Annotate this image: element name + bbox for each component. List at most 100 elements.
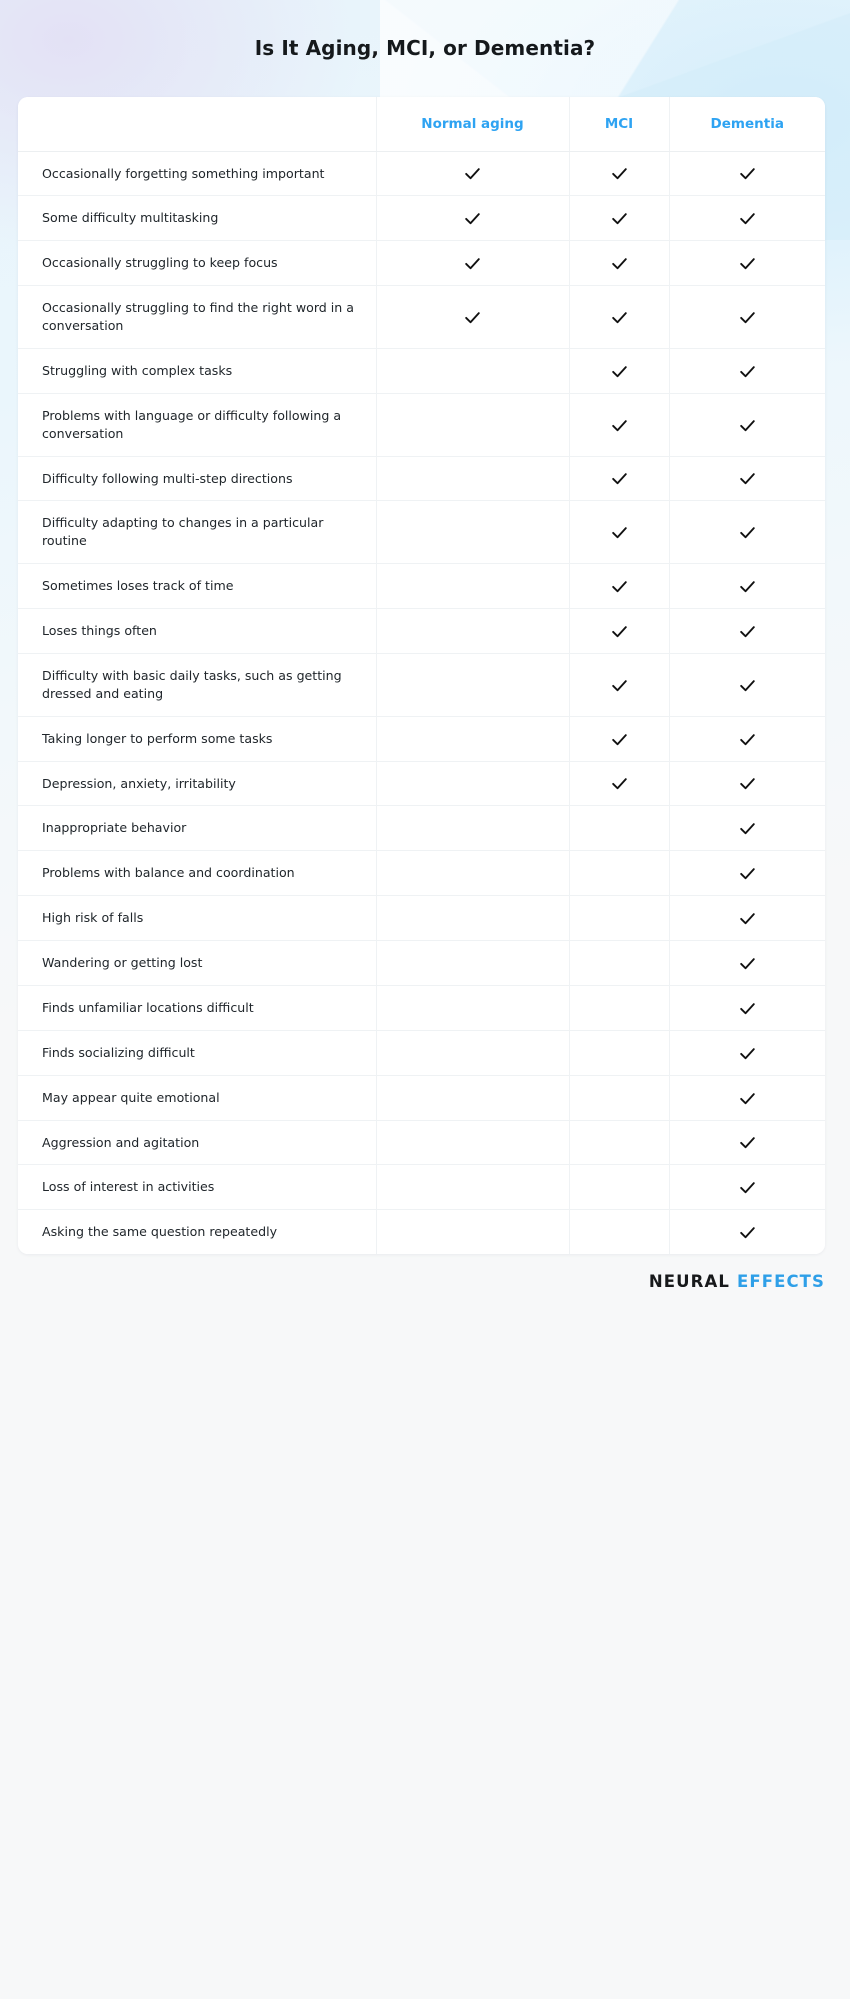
checkmark-icon: [738, 909, 757, 928]
cell-mci: [568, 500, 669, 564]
cell-mci: [568, 850, 669, 896]
column-header-normal-aging: Normal aging: [375, 97, 569, 152]
checkmark-icon: [738, 954, 757, 973]
table-row: Wandering or getting lost: [18, 940, 825, 986]
table-row: Inappropriate behavior: [18, 805, 825, 851]
column-header-dementia: Dementia: [668, 97, 825, 152]
checkmark-icon: [738, 308, 757, 327]
table-row: May appear quite emotional: [18, 1074, 825, 1120]
cell-dementia: [668, 1164, 825, 1210]
cell-mci: [568, 895, 669, 941]
checkmark-icon: [738, 1223, 757, 1242]
cell-dementia: [668, 500, 825, 564]
cell-dementia: [668, 715, 825, 761]
row-symptom-label: Loses things often: [18, 608, 376, 654]
checkmark-icon: [610, 362, 629, 381]
column-header-symptom: [18, 97, 376, 152]
checkmark-icon: [610, 774, 629, 793]
cell-normal: [375, 151, 569, 196]
cell-normal: [375, 715, 569, 761]
cell-mci: [568, 715, 669, 761]
comparison-table: Normal aging MCI Dementia Occasionally f…: [18, 97, 825, 1255]
checkmark-icon: [738, 164, 757, 183]
row-symptom-label: Occasionally struggling to find the righ…: [18, 285, 376, 349]
checkmark-icon: [610, 622, 629, 641]
cell-normal: [375, 652, 569, 717]
row-symptom-label: Difficulty adapting to changes in a part…: [18, 500, 376, 564]
checkmark-icon: [738, 676, 757, 695]
table-row: Sometimes loses track of time: [18, 563, 825, 609]
table-row: Taking longer to perform some tasks: [18, 715, 825, 761]
cell-normal: [375, 850, 569, 896]
cell-normal: [375, 1074, 569, 1120]
row-symptom-label: Finds unfamiliar locations difficult: [18, 984, 376, 1031]
page-title: Is It Aging, MCI, or Dementia?: [254, 36, 596, 60]
cell-mci: [568, 940, 669, 986]
cell-normal: [375, 285, 569, 349]
row-symptom-label: Aggression and agitation: [18, 1119, 376, 1165]
cell-dementia: [668, 940, 825, 986]
cell-dementia: [668, 455, 825, 501]
checkmark-icon: [610, 676, 629, 695]
cell-dementia: [668, 652, 825, 717]
cell-normal: [375, 1164, 569, 1210]
cell-mci: [568, 1164, 669, 1210]
cell-dementia: [668, 195, 825, 241]
checkmark-icon: [738, 1178, 757, 1197]
checkmark-icon: [610, 523, 629, 542]
cell-normal: [375, 455, 569, 501]
comparison-table-card: Normal aging MCI Dementia Occasionally f…: [18, 97, 825, 1255]
cell-dementia: [668, 760, 825, 806]
cell-normal: [375, 392, 569, 456]
row-symptom-label: Problems with language or difficulty fol…: [18, 392, 376, 456]
row-symptom-label: Sometimes loses track of time: [18, 563, 376, 609]
checkmark-icon: [463, 209, 482, 228]
cell-mci: [568, 285, 669, 349]
checkmark-icon: [463, 308, 482, 327]
row-symptom-label: Asking the same question repeatedly: [18, 1209, 376, 1255]
row-symptom-label: High risk of falls: [18, 895, 376, 941]
logo-word-primary: NEURAL: [648, 1272, 730, 1292]
row-symptom-label: Some difficulty multitasking: [18, 195, 376, 241]
checkmark-icon: [738, 864, 757, 883]
cell-mci: [568, 652, 669, 717]
row-symptom-label: Taking longer to perform some tasks: [18, 715, 376, 761]
table-row: Occasionally struggling to keep focus: [18, 240, 825, 286]
cell-dementia: [668, 1119, 825, 1165]
cell-dementia: [668, 805, 825, 851]
checkmark-icon: [610, 308, 629, 327]
checkmark-icon: [738, 819, 757, 838]
table-row: High risk of falls: [18, 895, 825, 941]
checkmark-icon: [738, 254, 757, 273]
table-row: Depression, anxiety, irritability: [18, 760, 825, 806]
checkmark-icon: [738, 622, 757, 641]
checkmark-icon: [738, 416, 757, 435]
table-row: Some difficulty multitasking: [18, 195, 825, 241]
cell-mci: [568, 608, 669, 654]
cell-normal: [375, 500, 569, 564]
table-header: Normal aging MCI Dementia: [18, 97, 825, 152]
cell-dementia: [668, 392, 825, 456]
cell-mci: [568, 392, 669, 456]
cell-mci: [568, 455, 669, 501]
table-row: Occasionally forgetting something import…: [18, 151, 825, 196]
row-symptom-label: May appear quite emotional: [18, 1074, 376, 1120]
checkmark-icon: [610, 254, 629, 273]
cell-normal: [375, 240, 569, 286]
checkmark-icon: [738, 362, 757, 381]
table-row: Finds socializing difficult: [18, 1029, 825, 1076]
cell-dementia: [668, 347, 825, 394]
row-symptom-label: Occasionally forgetting something import…: [18, 151, 376, 196]
cell-dementia: [668, 608, 825, 654]
cell-mci: [568, 1209, 669, 1255]
page-root: Is It Aging, MCI, or Dementia? Normal ag…: [0, 0, 850, 1999]
row-symptom-label: Wandering or getting lost: [18, 940, 376, 986]
column-header-mci: MCI: [568, 97, 669, 152]
checkmark-icon: [738, 1133, 757, 1152]
table-row: Difficulty adapting to changes in a part…: [18, 500, 825, 564]
checkmark-icon: [738, 730, 757, 749]
cell-normal: [375, 760, 569, 806]
cell-normal: [375, 984, 569, 1031]
cell-mci: [568, 563, 669, 609]
checkmark-icon: [463, 164, 482, 183]
